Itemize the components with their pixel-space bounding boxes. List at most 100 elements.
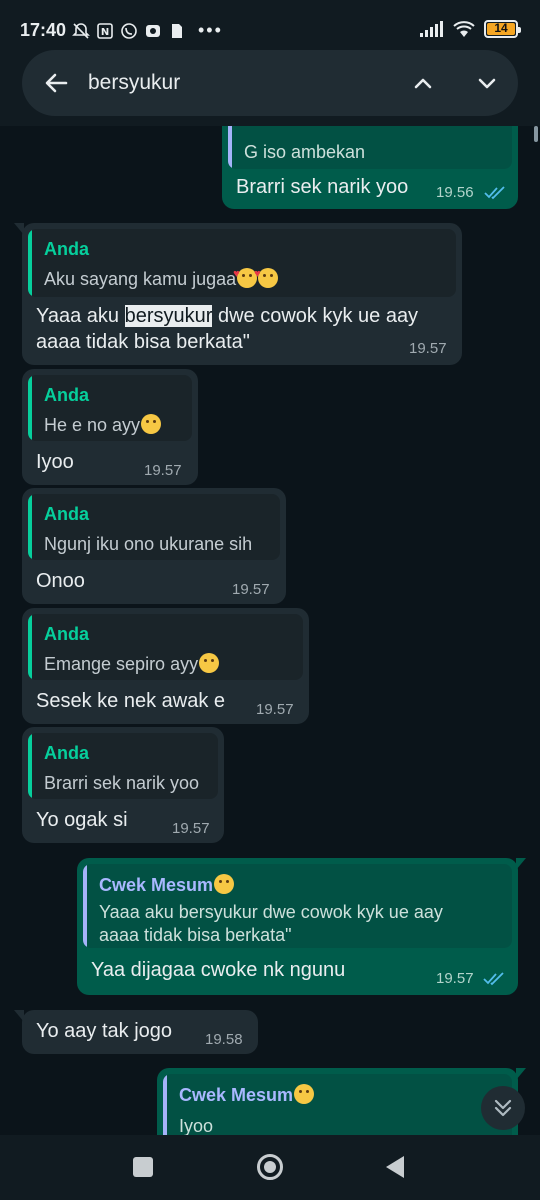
read-ticks-icon (483, 972, 504, 986)
signal-icon (420, 21, 443, 37)
quote-bar (28, 494, 32, 560)
quoted-message[interactable]: Anda Emange sepiro ayy (28, 614, 303, 680)
quoted-sender: Cwek Mesum (179, 1084, 315, 1106)
battery-level: 14 (494, 21, 508, 35)
quoted-sender: Anda (44, 239, 89, 259)
search-input[interactable]: bersyukur (88, 71, 180, 95)
camera-icon (146, 24, 160, 37)
quoted-message[interactable]: Cwek Mesum Iyoo (163, 1074, 512, 1135)
status-time: 17:40 (20, 20, 67, 40)
quoted-text: G iso ambekan (244, 142, 366, 162)
message-text: Onoo (36, 570, 85, 592)
quoted-text-content: Emange sepiro ayy (44, 654, 199, 674)
whatsapp-icon (121, 22, 137, 39)
recents-button[interactable] (133, 1157, 153, 1177)
scroll-to-bottom-button[interactable] (481, 1086, 525, 1130)
quoted-text: Aku sayang kamu jugaa (44, 262, 279, 291)
message-text: Yo ogak si (36, 809, 128, 831)
search-prev-button[interactable] (404, 64, 442, 102)
message-time: 19.57 (436, 970, 474, 987)
message-bubble-incoming[interactable]: Anda He e no ayy Iyoo 19.57 (22, 369, 198, 485)
quoted-message[interactable]: Anda Brarri sek narik yoo (28, 733, 218, 799)
quoted-text-line2: aaaa tidak bisa berkata" (99, 925, 292, 945)
back-button[interactable] (386, 1156, 404, 1178)
svg-text:N: N (101, 27, 109, 38)
message-bubble-incoming[interactable]: Anda Emange sepiro ayy Sesek ke nek awak… (22, 608, 309, 724)
quoted-text-line1: Yaaa aku bersyukur dwe cowok kyk ue aay (99, 902, 443, 922)
battery-tip (518, 27, 521, 33)
search-highlight: bersyukur (124, 305, 213, 327)
quoted-text: Emange sepiro ayy (44, 652, 220, 676)
message-text: Brarri sek narik yoo (236, 176, 409, 198)
back-arrow-icon[interactable] (40, 67, 72, 99)
message-bubble-incoming[interactable]: Anda Ngunj iku ono ukurane sih Onoo 19.5… (22, 488, 286, 604)
message-time: 19.58 (205, 1031, 243, 1048)
message-time: 19.57 (409, 340, 447, 357)
notification-icons: N ••• (72, 20, 223, 41)
quote-bar (228, 126, 232, 169)
quote-bar (28, 229, 32, 297)
quoted-text-content: He e no ayy (44, 415, 141, 435)
quoted-message[interactable]: Anda He e no ayy (28, 375, 192, 441)
message-time: 19.57 (232, 581, 270, 598)
unamused-emoji-icon (294, 1084, 315, 1104)
message-time: 19.57 (256, 701, 294, 718)
battery-icon: 14 (484, 20, 521, 38)
quoted-text: Brarri sek narik yoo (44, 773, 200, 793)
quoted-message[interactable]: Cwek Mesum Yaaa aku bersyukur dwe cowok … (83, 864, 512, 948)
quote-bar (28, 733, 32, 799)
quote-bar (83, 864, 87, 948)
wifi-icon (453, 21, 475, 37)
quote-bar (163, 1074, 167, 1135)
message-bubble-incoming[interactable]: Anda Aku sayang kamu jugaa Yaaa aku bers… (14, 223, 462, 365)
quoted-sender: Anda (44, 743, 89, 763)
message-bubble-outgoing[interactable]: G iso ambekan Brarri sek narik yoo 19.56 (222, 126, 518, 209)
file-icon (172, 23, 182, 38)
home-button[interactable] (257, 1154, 283, 1180)
quoted-sender: Anda (44, 624, 89, 644)
message-bubble-outgoing[interactable]: Cwek Mesum Iyoo (157, 1068, 526, 1135)
message-time: 19.57 (144, 462, 182, 479)
quoted-sender: Anda (44, 385, 89, 405)
unamused-emoji-icon (214, 874, 235, 894)
message-text-line2: aaaa tidak bisa berkata" (36, 331, 250, 353)
smiling-hearts-emoji-icon (254, 262, 279, 288)
more-dots-icon: ••• (198, 20, 223, 40)
message-bubble-outgoing[interactable]: Cwek Mesum Yaaa aku bersyukur dwe cowok … (77, 858, 526, 995)
quoted-sender-name: Cwek Mesum (99, 875, 214, 895)
quoted-message[interactable]: Anda Aku sayang kamu jugaa (28, 229, 456, 297)
quoted-sender: Anda (44, 504, 89, 524)
message-text-part: dwe cowok kyk ue aay (212, 305, 419, 327)
quoted-sender-name: Cwek Mesum (179, 1085, 294, 1105)
message-text: Yo aay tak jogo (36, 1020, 173, 1042)
message-time: 19.57 (172, 820, 210, 837)
double-chevron-down-icon (494, 1099, 512, 1117)
search-bar: bersyukur (22, 50, 518, 116)
message-text: Yaaa aku bersyukur dwe cowok kyk ue aay (36, 303, 418, 329)
search-next-button[interactable] (468, 64, 506, 102)
read-ticks-icon (484, 186, 505, 200)
chat-messages[interactable]: G iso ambekan Brarri sek narik yoo 19.56… (0, 126, 540, 1135)
mute-icon (72, 22, 90, 39)
quoted-sender: Cwek Mesum (99, 874, 235, 896)
expressionless-emoji-icon (199, 653, 220, 673)
quoted-message[interactable]: G iso ambekan (228, 126, 512, 169)
message-text: Iyoo (36, 451, 74, 473)
search-header: bersyukur (0, 50, 540, 126)
scrollbar[interactable] (534, 126, 538, 142)
message-text-part: Yaaa aku (36, 305, 125, 327)
quoted-text: Iyoo (179, 1116, 214, 1135)
quoted-message[interactable]: Anda Ngunj iku ono ukurane sih (28, 494, 280, 560)
message-text: Yaa dijagaa cwoke nk ngunu (91, 959, 346, 981)
system-icons: 14 (420, 20, 521, 38)
nfc-icon: N (97, 22, 113, 39)
quoted-text: He e no ayy (44, 413, 162, 437)
message-bubble-incoming[interactable]: Yo aay tak jogo 19.58 (14, 1010, 258, 1054)
system-nav-bar (0, 1135, 540, 1200)
message-text: Sesek ke nek awak e (36, 690, 225, 712)
quoted-text: Ngunj iku ono ukurane sih (44, 534, 253, 554)
quoted-text-content: Aku sayang kamu jugaa (44, 269, 237, 289)
message-bubble-incoming[interactable]: Anda Brarri sek narik yoo Yo ogak si 19.… (22, 727, 224, 843)
message-time: 19.56 (436, 184, 474, 201)
quote-bar (28, 375, 32, 441)
